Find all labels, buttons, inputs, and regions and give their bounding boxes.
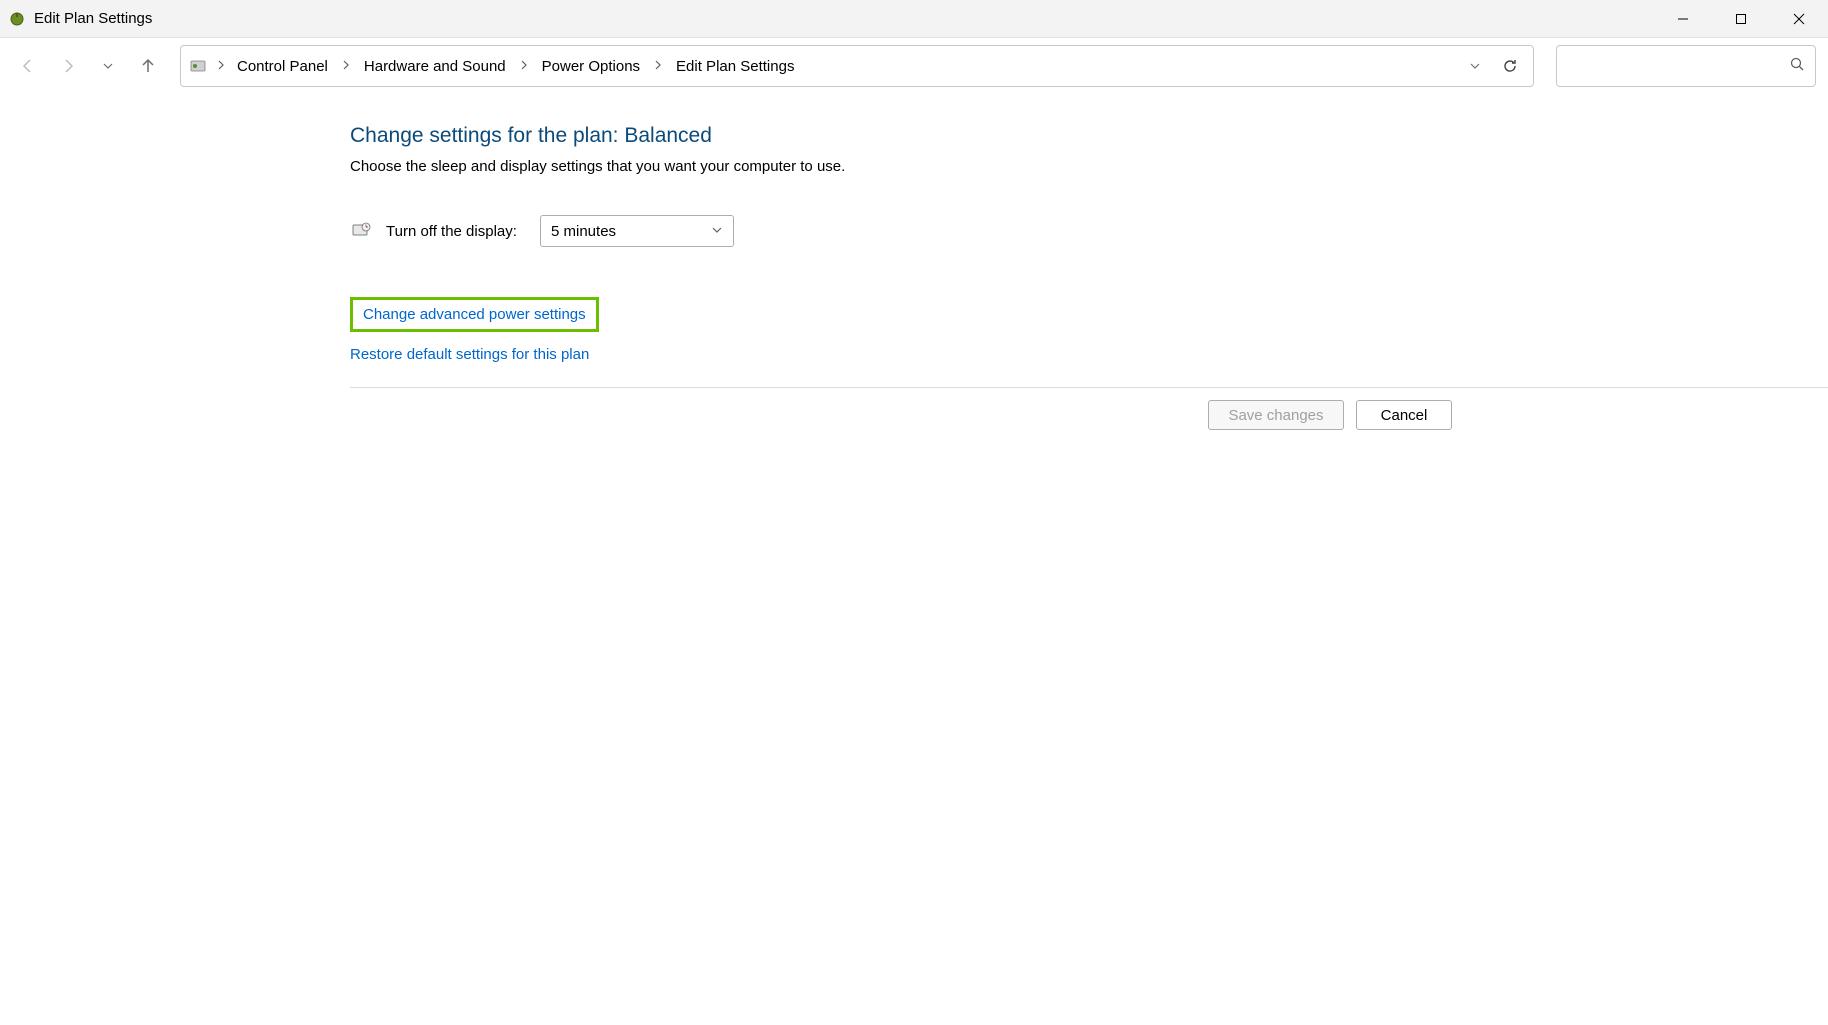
chevron-right-icon: [648, 59, 668, 73]
back-button[interactable]: [12, 50, 44, 82]
page-heading: Change settings for the plan: Balanced: [350, 124, 1828, 148]
button-row: Save changes Cancel: [350, 387, 1828, 442]
forward-button[interactable]: [52, 50, 84, 82]
address-history-dropdown[interactable]: [1461, 52, 1489, 80]
breadcrumb-edit-plan[interactable]: Edit Plan Settings: [670, 54, 800, 79]
up-button[interactable]: [132, 50, 164, 82]
address-bar[interactable]: Control Panel Hardware and Sound Power O…: [180, 45, 1534, 87]
display-off-setting: Turn off the display: 5 minutes: [350, 215, 1828, 247]
breadcrumb: Control Panel Hardware and Sound Power O…: [231, 54, 1461, 79]
save-changes-button[interactable]: Save changes: [1208, 400, 1344, 430]
display-off-dropdown[interactable]: 5 minutes: [540, 215, 734, 247]
breadcrumb-hardware-sound[interactable]: Hardware and Sound: [358, 54, 512, 79]
page-description: Choose the sleep and display settings th…: [350, 158, 1828, 175]
recent-dropdown[interactable]: [92, 50, 124, 82]
minimize-button[interactable]: [1654, 0, 1712, 38]
toolbar: Control Panel Hardware and Sound Power O…: [0, 38, 1828, 94]
breadcrumb-power-options[interactable]: Power Options: [536, 54, 646, 79]
titlebar-left: Edit Plan Settings: [8, 10, 152, 28]
chevron-down-icon: [711, 223, 723, 240]
chevron-right-icon: [336, 59, 356, 73]
display-icon: [350, 220, 372, 242]
content-area: Change settings for the plan: Balanced C…: [0, 94, 1828, 442]
cancel-button[interactable]: Cancel: [1356, 400, 1452, 430]
display-off-label: Turn off the display:: [386, 223, 526, 240]
display-off-value: 5 minutes: [551, 223, 616, 240]
refresh-button[interactable]: [1493, 49, 1527, 83]
titlebar: Edit Plan Settings: [0, 0, 1828, 38]
search-icon: [1789, 56, 1805, 77]
window-controls: [1654, 0, 1828, 38]
maximize-button[interactable]: [1712, 0, 1770, 38]
chevron-right-icon: [211, 59, 231, 73]
restore-defaults-link[interactable]: Restore default settings for this plan: [350, 340, 589, 369]
breadcrumb-control-panel[interactable]: Control Panel: [231, 54, 334, 79]
change-advanced-link[interactable]: Change advanced power settings: [350, 297, 599, 332]
control-panel-icon: [187, 55, 209, 77]
search-input[interactable]: [1556, 45, 1816, 87]
close-button[interactable]: [1770, 0, 1828, 38]
chevron-right-icon: [514, 59, 534, 73]
window-title: Edit Plan Settings: [34, 10, 152, 27]
app-icon: [8, 10, 26, 28]
